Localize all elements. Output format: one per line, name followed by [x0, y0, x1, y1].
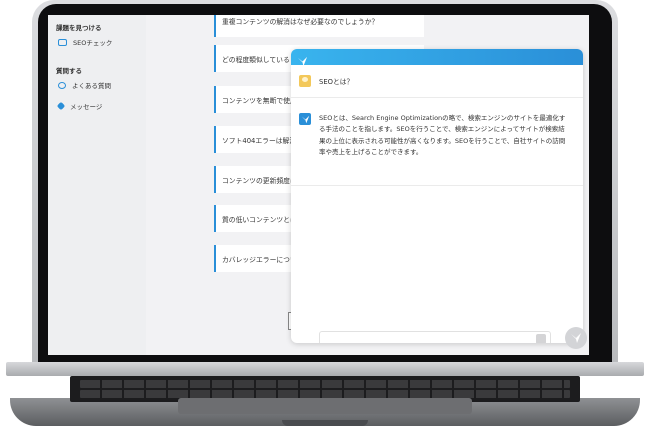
sidebar-item-message[interactable]: メッセージ	[56, 101, 103, 111]
user-avatar-icon	[299, 75, 311, 87]
sidebar-item-label: メッセージ	[70, 103, 103, 111]
sidebar-item-label: よくある質問	[72, 82, 111, 90]
sidebar: 課題を見つける SEOチェック 質問する よくある質問 メッセージ	[48, 15, 146, 355]
bird-logo-icon	[571, 333, 581, 343]
chat-launcher-button[interactable]	[565, 327, 587, 349]
sidebar-item-label: SEOチェック	[73, 39, 113, 47]
question-card[interactable]: 重複コンテンツの解消はなぜ必要なのでしょうか？	[214, 15, 424, 37]
chat-header	[291, 49, 583, 66]
chat-bubble-icon	[58, 81, 66, 89]
app-screen: 課題を見つける SEOチェック 質問する よくある質問 メッセージ 重複コンテン…	[48, 15, 589, 355]
bot-answer-text: SEOとは、Search Engine Optimizationの略で、検索エン…	[319, 114, 566, 156]
keyboard-row	[80, 390, 570, 398]
divider	[291, 185, 583, 186]
touchpad	[178, 398, 472, 414]
sidebar-item-seo-check[interactable]: SEOチェック	[58, 37, 112, 47]
user-question-text: SEOとは？	[319, 78, 354, 86]
bot-avatar-icon	[299, 113, 311, 125]
seo-check-icon	[58, 38, 67, 46]
chat-panel: SEOとは？ SEOとは、Search Engine Optimizationの…	[291, 49, 583, 343]
sidebar-section-find-issues: 課題を見つける	[56, 24, 102, 32]
chat-input[interactable]	[319, 331, 551, 343]
user-message: SEOとは？	[299, 75, 353, 87]
laptop-notch	[282, 420, 368, 426]
send-button[interactable]	[536, 334, 546, 343]
bird-logo-icon	[297, 52, 308, 66]
sidebar-item-faq[interactable]: よくある質問	[58, 80, 111, 90]
bot-message: SEOとは、Search Engine Optimizationの略で、検索エン…	[299, 113, 575, 158]
divider	[291, 97, 583, 98]
message-icon	[56, 101, 66, 111]
keyboard-row	[80, 380, 570, 388]
sidebar-section-ask: 質問する	[56, 67, 82, 75]
laptop-base-top	[6, 362, 644, 376]
